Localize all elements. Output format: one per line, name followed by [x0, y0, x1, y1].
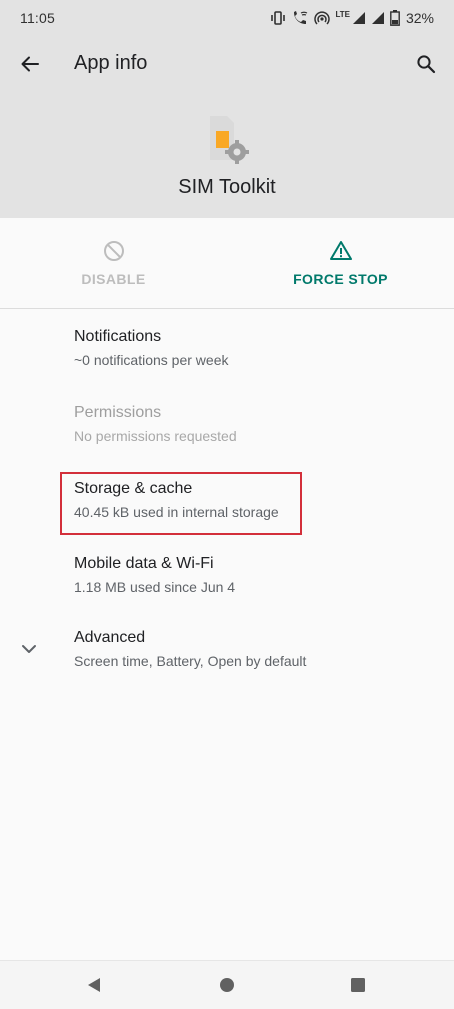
- app-info-screen: 11:05 LTE 32% App info SIM Toolkit DISAB…: [0, 0, 454, 1009]
- warning-triangle-icon: [328, 238, 354, 264]
- nav-home-button[interactable]: [213, 971, 241, 999]
- storage-cache-item[interactable]: Storage & cache 40.45 kB used in interna…: [0, 480, 454, 556]
- nav-recents-icon: [351, 978, 365, 992]
- nav-recents-button[interactable]: [344, 971, 372, 999]
- hotspot-icon: [314, 10, 331, 26]
- arrow-back-icon: [21, 56, 39, 72]
- force-stop-button[interactable]: FORCE STOP: [227, 218, 454, 309]
- advanced-subtitle: Screen time, Battery, Open by default: [74, 653, 307, 669]
- force-stop-label: FORCE STOP: [293, 271, 388, 287]
- wifi-calling-icon: [291, 10, 309, 26]
- mobile-data-title: Mobile data & Wi-Fi: [74, 555, 214, 572]
- storage-cache-subtitle: 40.45 kB used in internal storage: [74, 504, 279, 520]
- lte-label: LTE: [335, 9, 350, 19]
- app-actions: DISABLE FORCE STOP: [0, 218, 454, 309]
- vibrate-icon: [270, 11, 286, 25]
- disable-label: DISABLE: [81, 271, 146, 287]
- signal-icon: [371, 11, 385, 25]
- permissions-subtitle: No permissions requested: [74, 428, 237, 444]
- storage-cache-title: Storage & cache: [74, 480, 193, 497]
- disable-button[interactable]: DISABLE: [0, 218, 227, 309]
- page-title: App info: [74, 52, 148, 74]
- search-icon: [417, 55, 436, 74]
- advanced-item[interactable]: Advanced Screen time, Battery, Open by d…: [0, 629, 454, 705]
- app-name: SIM Toolkit: [178, 176, 276, 198]
- search-button[interactable]: [410, 48, 442, 80]
- nav-back-button[interactable]: [80, 971, 108, 999]
- lte-signal-icon: [352, 11, 366, 25]
- notifications-item[interactable]: Notifications ~0 notifications per week: [0, 328, 454, 404]
- app-bar: App info: [0, 36, 454, 92]
- block-icon: [101, 238, 127, 264]
- notifications-subtitle: ~0 notifications per week: [74, 352, 229, 368]
- navigation-bar: [0, 960, 454, 1009]
- battery-percent: 32%: [405, 10, 434, 26]
- permissions-item: Permissions No permissions requested: [0, 404, 454, 480]
- nav-back-icon: [88, 978, 100, 992]
- advanced-title: Advanced: [74, 629, 146, 646]
- mobile-data-item[interactable]: Mobile data & Wi-Fi 1.18 MB used since J…: [0, 555, 454, 631]
- chevron-down-icon[interactable]: [19, 639, 39, 659]
- status-time: 11:05: [20, 10, 55, 26]
- status-icons: LTE 32%: [270, 7, 434, 29]
- status-bar: 11:05 LTE 32%: [0, 0, 454, 36]
- notifications-title: Notifications: [74, 328, 162, 345]
- nav-home-icon: [220, 978, 234, 992]
- permissions-title: Permissions: [74, 404, 162, 421]
- back-button[interactable]: [14, 48, 46, 80]
- sim-card-gear-icon: [207, 114, 249, 164]
- mobile-data-subtitle: 1.18 MB used since Jun 4: [74, 579, 236, 595]
- battery-icon: [390, 10, 400, 26]
